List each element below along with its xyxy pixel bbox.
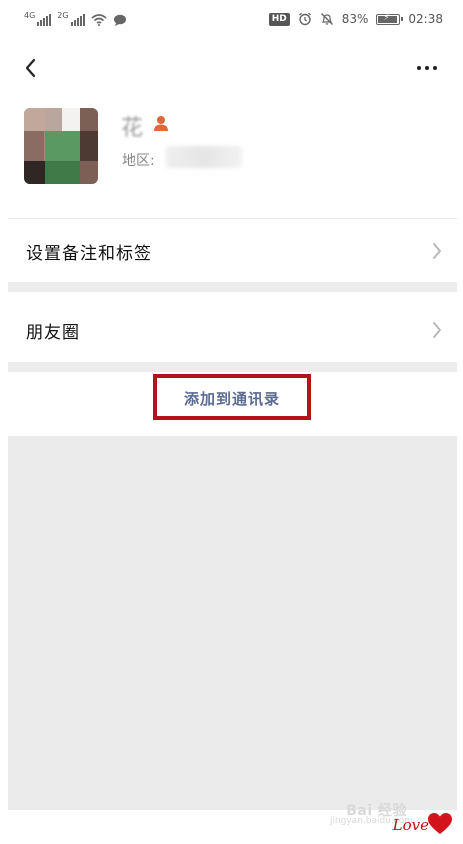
add-contact-section: 添加到通讯录: [8, 372, 457, 436]
mute-bell-icon: [320, 13, 333, 25]
add-to-contacts-button[interactable]: 添加到通讯录: [153, 374, 311, 420]
watermark-love: Love: [392, 816, 429, 834]
status-bar: 4G 2G HD 83% ⚡ 02:38: [0, 0, 463, 44]
battery-percent: 83%: [341, 12, 369, 26]
section-gap: [8, 362, 457, 372]
hd-badge: HD: [268, 12, 290, 26]
section-gap: [8, 282, 457, 292]
region-label: 地区:: [122, 153, 155, 169]
network-type-1: 4G: [24, 11, 36, 20]
add-to-contacts-label: 添加到通讯录: [183, 390, 280, 408]
menu-row-remarks-tags[interactable]: 设置备注和标签: [8, 219, 457, 281]
screen: 4G 2G HD 83% ⚡ 02:38 花 地区: 设置备注和标签 朋友圈 添…: [0, 0, 463, 844]
network-type-2: 2G: [57, 11, 69, 20]
person-icon: [154, 116, 168, 131]
watermark: Bai 经验 jingyan.baidu.com Love: [323, 796, 453, 838]
profile-name: 花: [121, 116, 144, 141]
nav-bar: [0, 44, 463, 92]
avatar[interactable]: [24, 108, 98, 184]
menu-row-moments[interactable]: 朋友圈: [8, 296, 457, 362]
empty-content-area: [8, 436, 457, 810]
message-bubble-icon: [113, 14, 126, 26]
clock: 02:38: [408, 12, 443, 26]
chevron-right-icon: [433, 322, 441, 338]
more-horizontal-icon[interactable]: [413, 54, 441, 82]
signal-4g-icon: 4G: [24, 11, 52, 26]
chevron-left-icon[interactable]: [18, 52, 46, 84]
status-left: 4G 2G: [24, 11, 127, 26]
menu-row-label: 朋友圈: [26, 323, 80, 343]
profile-header: 花 地区:: [0, 92, 463, 218]
wifi-icon: [91, 14, 107, 26]
alarm-icon: [298, 12, 311, 26]
chevron-right-icon: [433, 243, 441, 259]
battery-icon: ⚡: [376, 13, 404, 25]
region-value-redacted: [166, 146, 242, 168]
status-right: HD 83% ⚡ 02:38: [268, 12, 443, 26]
menu-row-label: 设置备注和标签: [26, 244, 152, 264]
signal-2g-icon: 2G: [57, 11, 85, 26]
heart-icon: [428, 813, 452, 834]
